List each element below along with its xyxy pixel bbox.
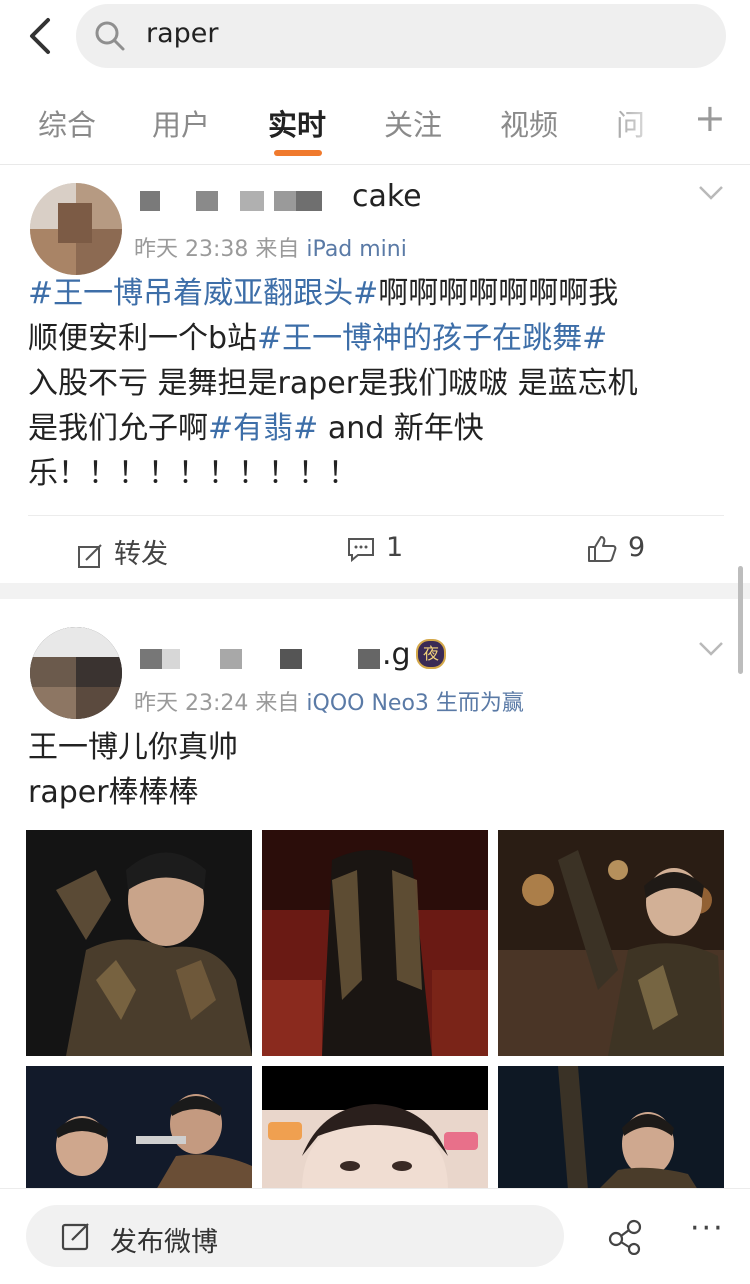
like-icon xyxy=(588,535,617,562)
bottom-bar: 发布微博 ··· xyxy=(0,1188,750,1284)
avatar[interactable] xyxy=(30,627,122,719)
username-mosaic xyxy=(140,649,380,671)
tab-comprehensive[interactable]: 综合 xyxy=(38,102,96,144)
edit-icon xyxy=(60,1220,92,1256)
divider xyxy=(0,583,750,599)
post-actions: 转发 1 9 xyxy=(28,515,724,580)
post-image[interactable] xyxy=(498,1066,724,1190)
like-count: 9 xyxy=(628,532,646,563)
more-icon[interactable]: ··· xyxy=(690,1211,725,1246)
post-image[interactable] xyxy=(262,1066,488,1190)
tab-following[interactable]: 关注 xyxy=(384,102,442,144)
post-text-segment: 乐！！！！！！！！！！ xyxy=(28,456,358,491)
active-tab-indicator xyxy=(274,150,322,156)
compose-button[interactable]: 发布微博 xyxy=(26,1205,564,1267)
username[interactable]: .g xyxy=(382,637,411,672)
username-mosaic xyxy=(140,191,350,213)
avatar[interactable] xyxy=(30,183,122,275)
post-image[interactable] xyxy=(498,830,724,1056)
post-image[interactable] xyxy=(262,830,488,1056)
search-icon xyxy=(94,20,126,52)
post-image[interactable] xyxy=(26,1066,252,1190)
post-meta: 昨天 23:38 来自 iPad mini xyxy=(134,231,407,263)
post-image[interactable] xyxy=(26,830,252,1056)
search-query[interactable]: raper xyxy=(146,18,219,49)
tab-realtime[interactable]: 实时 xyxy=(268,102,326,144)
comment-icon xyxy=(348,537,374,562)
repost-button[interactable]: 转发 xyxy=(76,532,168,571)
post-source[interactable]: iPad mini xyxy=(306,237,406,262)
post-time: 昨天 23:38 xyxy=(134,237,249,262)
tab-video[interactable]: 视频 xyxy=(500,102,558,144)
post-time: 昨天 23:24 xyxy=(134,691,249,716)
post-meta: 昨天 23:24 来自 iQOO Neo3 生而为赢 xyxy=(134,685,524,717)
post-text-line: raper棒棒棒 xyxy=(28,775,199,810)
post-text-line: 王一博儿你真帅 xyxy=(28,730,238,765)
top-bar: raper xyxy=(0,0,750,80)
username[interactable]: cake xyxy=(352,179,422,214)
post-text-segment: 啊啊啊啊啊啊啊我 xyxy=(378,276,619,311)
chevron-down-icon[interactable] xyxy=(698,183,724,203)
post-from: 来自 xyxy=(255,237,300,262)
post-source[interactable]: iQOO Neo3 生而为赢 xyxy=(306,691,524,716)
post-card[interactable]: .g 夜 昨天 23:24 来自 iQOO Neo3 生而为赢 王一博儿你真帅 … xyxy=(0,599,750,1190)
tab-bar: 综合 用户 实时 关注 视频 问 + xyxy=(0,80,750,165)
member-badge-icon: 夜 xyxy=(416,639,446,669)
post-text-segment: 入股不亏 是舞担是raper是我们啵啵 是蓝忘机 xyxy=(28,366,638,401)
post-card[interactable]: cake 昨天 23:38 来自 iPad mini #王一博吊着威亚翻跟头#啊… xyxy=(0,165,750,583)
post-text: 王一博儿你真帅 raper棒棒棒 xyxy=(28,725,720,815)
repost-icon xyxy=(78,543,102,568)
tab-fade xyxy=(600,80,680,164)
topic-link[interactable]: #王一博神的孩子在跳舞# xyxy=(257,321,607,356)
comment-button[interactable]: 1 xyxy=(346,532,403,563)
tab-users[interactable]: 用户 xyxy=(152,102,210,144)
repost-label: 转发 xyxy=(114,539,168,570)
like-button[interactable]: 9 xyxy=(586,532,645,564)
chevron-down-icon[interactable] xyxy=(698,639,724,659)
scrollbar[interactable] xyxy=(738,566,743,674)
add-tab-icon[interactable]: + xyxy=(694,96,726,140)
share-icon[interactable] xyxy=(606,1219,646,1259)
post-text: #王一博吊着威亚翻跟头#啊啊啊啊啊啊啊我 顺便安利一个b站#王一博神的孩子在跳舞… xyxy=(28,271,720,496)
search-input[interactable]: raper xyxy=(76,4,726,68)
post-from: 来自 xyxy=(255,691,300,716)
topic-link[interactable]: #王一博吊着威亚翻跟头# xyxy=(28,276,378,311)
post-text-segment: and 新年快 xyxy=(318,411,484,446)
post-text-segment: 顺便安利一个b站 xyxy=(28,321,258,356)
back-icon[interactable] xyxy=(22,14,58,58)
topic-link[interactable]: #有翡# xyxy=(208,411,318,446)
post-text-segment: 是我们允子啊 xyxy=(28,411,208,446)
comment-count: 1 xyxy=(386,532,404,563)
compose-label: 发布微博 xyxy=(110,1227,218,1258)
